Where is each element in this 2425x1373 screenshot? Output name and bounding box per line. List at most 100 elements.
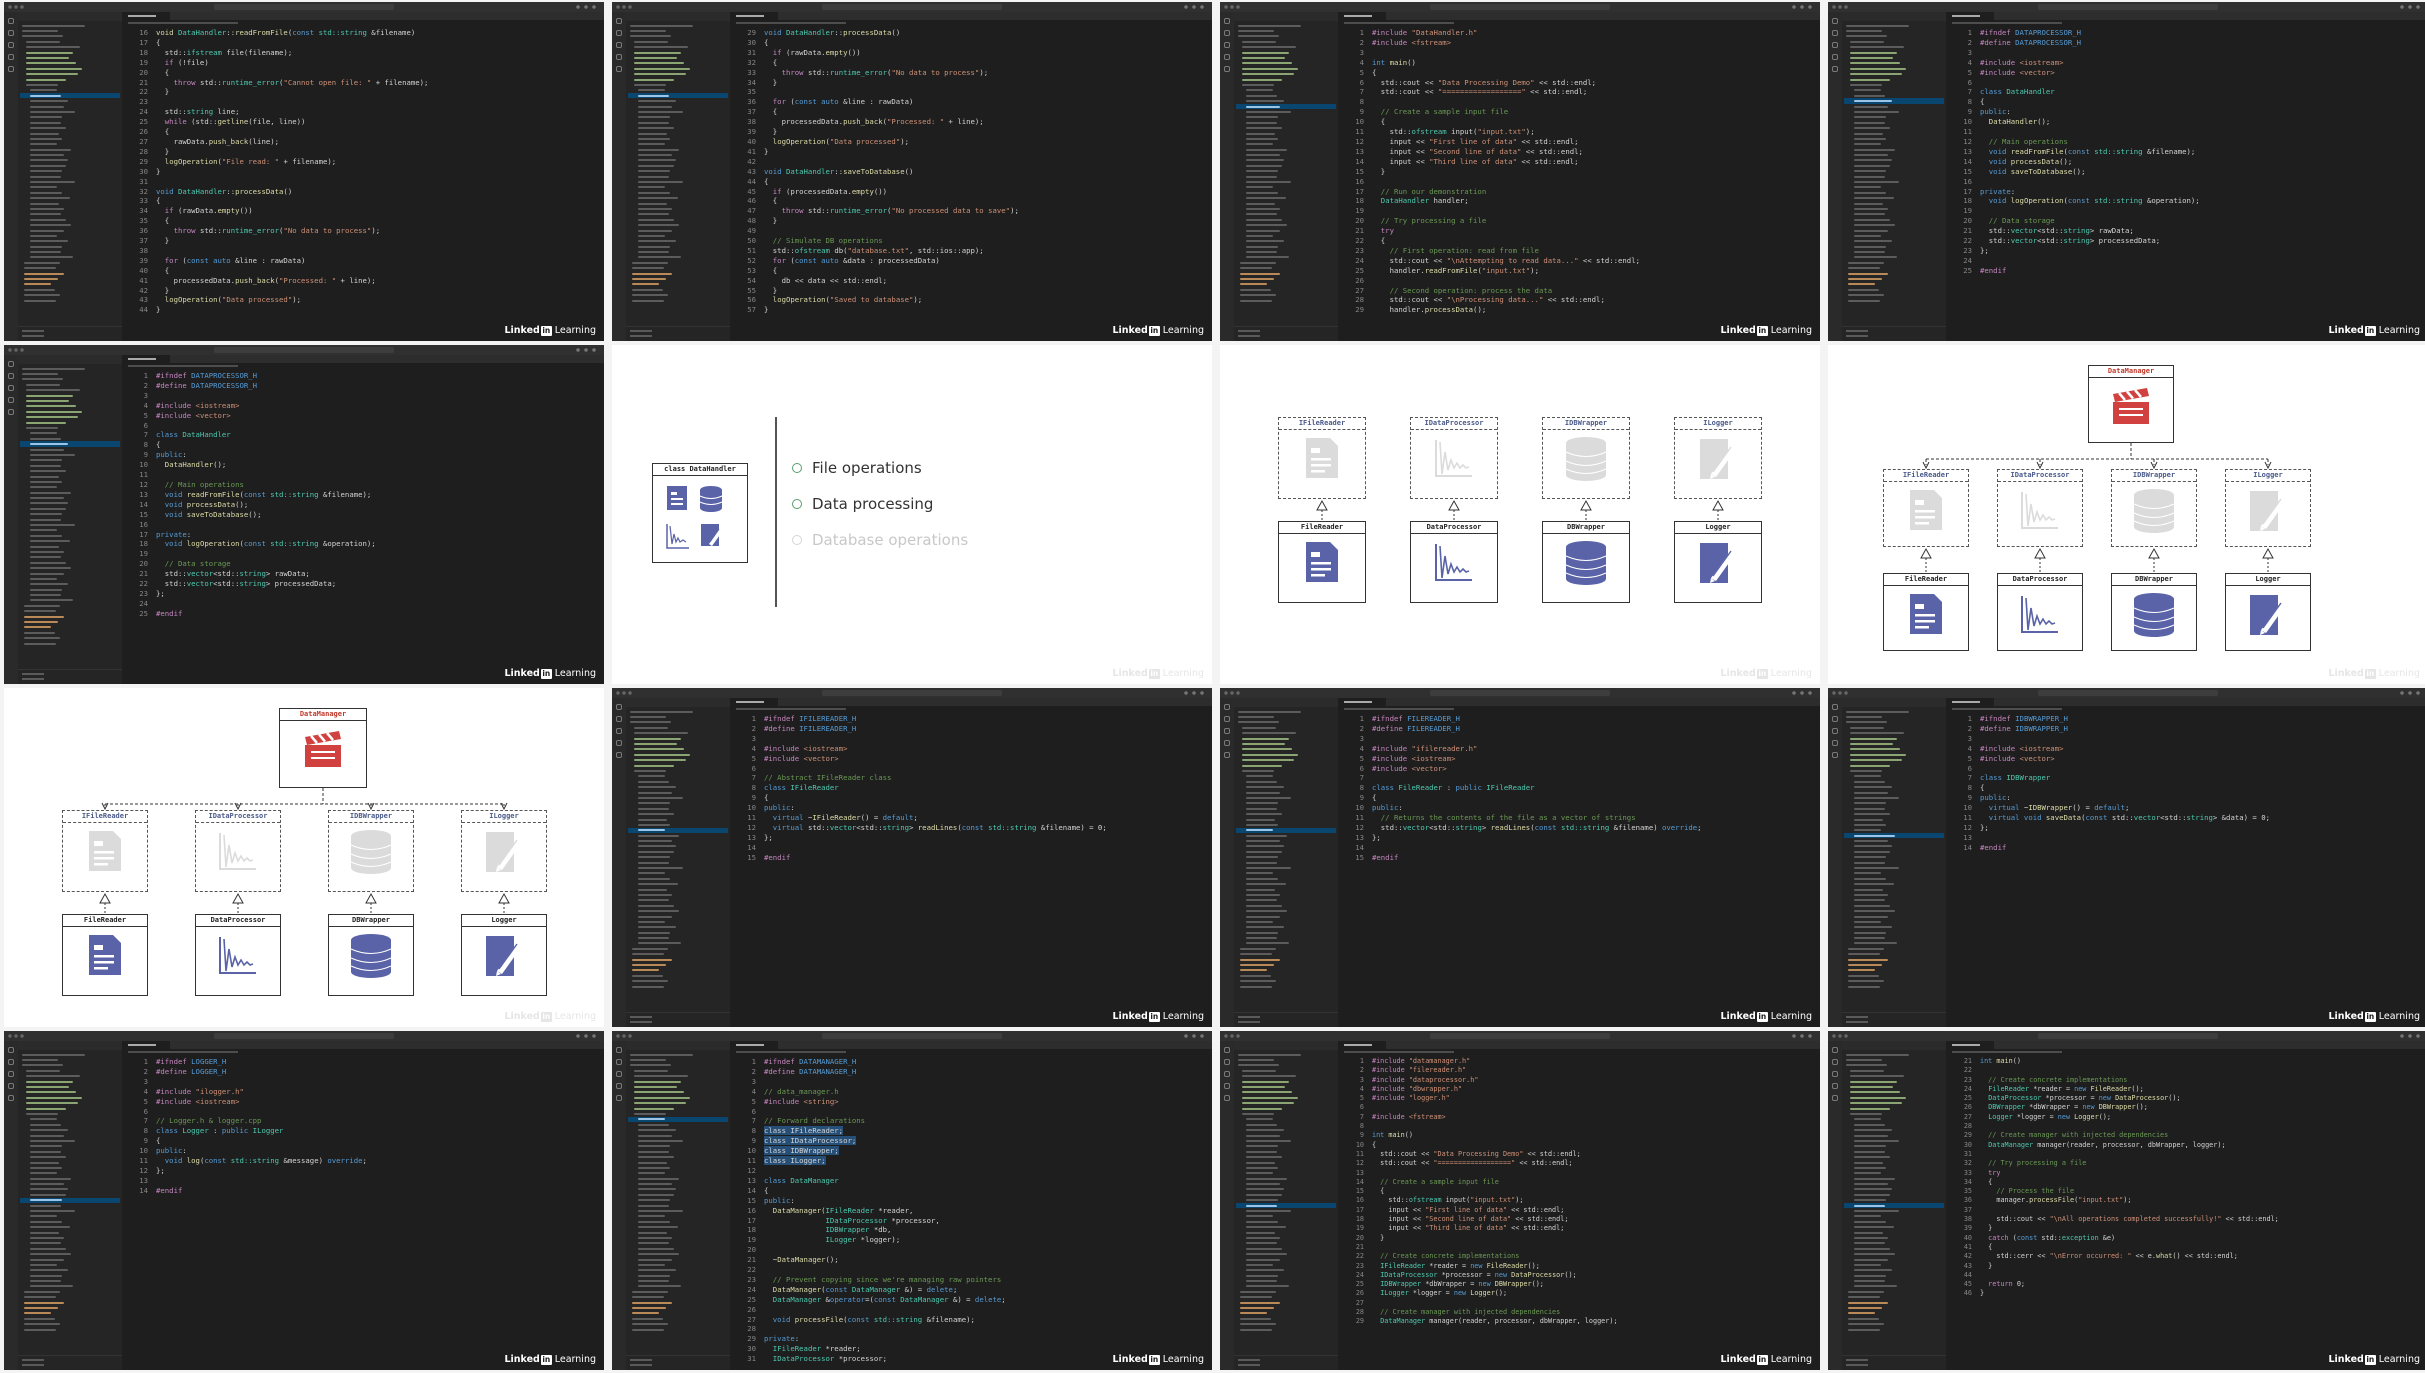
outline-timeline[interactable] — [1234, 1355, 1338, 1370]
active-tab[interactable] — [1946, 1041, 1994, 1049]
window-controls[interactable] — [616, 1034, 634, 1038]
command-center[interactable] — [214, 347, 394, 353]
source-control-icon[interactable] — [616, 728, 622, 734]
window-controls[interactable] — [1832, 1034, 1850, 1038]
window-controls[interactable] — [1832, 5, 1850, 9]
explorer-icon[interactable] — [616, 704, 622, 710]
search-icon[interactable] — [8, 30, 14, 36]
search-icon[interactable] — [616, 716, 622, 722]
file-tree-item[interactable] — [20, 298, 120, 303]
code-editor[interactable]: 16 void DataHandler::readFromFile(const s… — [124, 28, 602, 338]
run-debug-icon[interactable] — [1224, 1083, 1230, 1089]
outline-timeline[interactable] — [1842, 1355, 1946, 1370]
source-control-icon[interactable] — [1832, 42, 1838, 48]
code-editor[interactable]: 1 #ifndef FILEREADER_H 2 #define FILEREADER… — [1340, 714, 1818, 1024]
source-control-icon[interactable] — [1224, 42, 1230, 48]
search-icon[interactable] — [1224, 30, 1230, 36]
active-tab[interactable] — [730, 698, 778, 706]
run-debug-icon[interactable] — [616, 740, 622, 746]
outline-timeline[interactable] — [18, 669, 122, 684]
file-tree-item[interactable] — [1236, 298, 1336, 303]
search-icon[interactable] — [8, 1059, 14, 1065]
window-controls[interactable] — [8, 5, 26, 9]
layout-controls[interactable] — [1184, 691, 1206, 695]
active-tab[interactable] — [730, 12, 778, 20]
run-debug-icon[interactable] — [1224, 54, 1230, 60]
layout-controls[interactable] — [1792, 691, 1814, 695]
run-debug-icon[interactable] — [1224, 740, 1230, 746]
source-control-icon[interactable] — [1224, 728, 1230, 734]
active-tab[interactable] — [122, 1041, 170, 1049]
layout-controls[interactable] — [1184, 1034, 1206, 1038]
source-control-icon[interactable] — [1224, 1071, 1230, 1077]
extensions-icon[interactable] — [8, 409, 14, 415]
search-icon[interactable] — [8, 373, 14, 379]
search-icon[interactable] — [1224, 716, 1230, 722]
layout-controls[interactable] — [576, 5, 598, 9]
run-debug-icon[interactable] — [616, 1083, 622, 1089]
active-tab[interactable] — [122, 12, 170, 20]
file-tree-item[interactable] — [628, 984, 728, 989]
explorer-icon[interactable] — [8, 361, 14, 367]
explorer-icon[interactable] — [1832, 704, 1838, 710]
file-tree-item[interactable] — [1844, 298, 1944, 303]
extensions-icon[interactable] — [616, 66, 622, 72]
window-controls[interactable] — [8, 348, 26, 352]
search-icon[interactable] — [1832, 1059, 1838, 1065]
code-editor[interactable]: 1 #ifndef IDBWRAPPER_H 2 #define IDBWRAPPER… — [1948, 714, 2425, 1024]
layout-controls[interactable] — [576, 1034, 598, 1038]
explorer-icon[interactable] — [1832, 1047, 1838, 1053]
extensions-icon[interactable] — [1832, 66, 1838, 72]
outline-timeline[interactable] — [626, 326, 730, 341]
explorer-icon[interactable] — [1832, 18, 1838, 24]
search-icon[interactable] — [1832, 30, 1838, 36]
extensions-icon[interactable] — [8, 66, 14, 72]
extensions-icon[interactable] — [1224, 752, 1230, 758]
search-icon[interactable] — [616, 1059, 622, 1065]
layout-controls[interactable] — [576, 348, 598, 352]
code-editor[interactable]: 1 #ifndef DATAMANAGER_H 2 #define DATAMANAG… — [732, 1057, 1210, 1367]
explorer-icon[interactable] — [616, 18, 622, 24]
code-editor[interactable]: 29 void DataHandler::processData() 30{31 i… — [732, 28, 1210, 338]
file-tree-item[interactable] — [1236, 1327, 1336, 1332]
window-controls[interactable] — [8, 1034, 26, 1038]
run-debug-icon[interactable] — [8, 1083, 14, 1089]
source-control-icon[interactable] — [1832, 1071, 1838, 1077]
code-editor[interactable]: 1 #include "datamanager.h" 2 #include "file… — [1340, 1057, 1818, 1367]
extensions-icon[interactable] — [1224, 66, 1230, 72]
code-editor[interactable]: 1 #ifndef LOGGER_H 2 #define LOGGER_H 3 4 #inc… — [124, 1057, 602, 1367]
code-editor[interactable]: 1 #ifndef DATAPROCESSOR_H 2 #define DATAPRO… — [124, 371, 602, 681]
extensions-icon[interactable] — [1832, 1095, 1838, 1101]
source-control-icon[interactable] — [8, 385, 14, 391]
command-center[interactable] — [2038, 4, 2218, 10]
active-tab[interactable] — [730, 1041, 778, 1049]
run-debug-icon[interactable] — [616, 54, 622, 60]
explorer-icon[interactable] — [8, 18, 14, 24]
outline-timeline[interactable] — [18, 1355, 122, 1370]
file-tree-item[interactable] — [20, 1327, 120, 1332]
layout-controls[interactable] — [2400, 1034, 2422, 1038]
file-tree-item[interactable] — [1844, 984, 1944, 989]
window-controls[interactable] — [1224, 691, 1242, 695]
file-tree-item[interactable] — [1844, 1327, 1944, 1332]
explorer-icon[interactable] — [8, 1047, 14, 1053]
code-editor[interactable]: 1 #ifndef DATAPROCESSOR_H 2 #define DATAPRO… — [1948, 28, 2425, 338]
run-debug-icon[interactable] — [1832, 1083, 1838, 1089]
window-controls[interactable] — [1224, 1034, 1242, 1038]
command-center[interactable] — [2038, 1033, 2218, 1039]
code-editor[interactable]: 21 int main() 22 23 // Create concrete impl… — [1948, 1057, 2425, 1367]
active-tab[interactable] — [1338, 698, 1386, 706]
outline-timeline[interactable] — [626, 1355, 730, 1370]
layout-controls[interactable] — [1184, 5, 1206, 9]
code-editor[interactable]: 1 #ifndef IFILEREADER_H 2 #define IFILEREAD… — [732, 714, 1210, 1024]
search-icon[interactable] — [1224, 1059, 1230, 1065]
extensions-icon[interactable] — [1832, 752, 1838, 758]
source-control-icon[interactable] — [8, 42, 14, 48]
run-debug-icon[interactable] — [1832, 740, 1838, 746]
search-icon[interactable] — [616, 30, 622, 36]
file-tree-item[interactable] — [1236, 984, 1336, 989]
layout-controls[interactable] — [1792, 1034, 1814, 1038]
window-controls[interactable] — [616, 5, 634, 9]
active-tab[interactable] — [1338, 12, 1386, 20]
outline-timeline[interactable] — [1842, 1012, 1946, 1027]
